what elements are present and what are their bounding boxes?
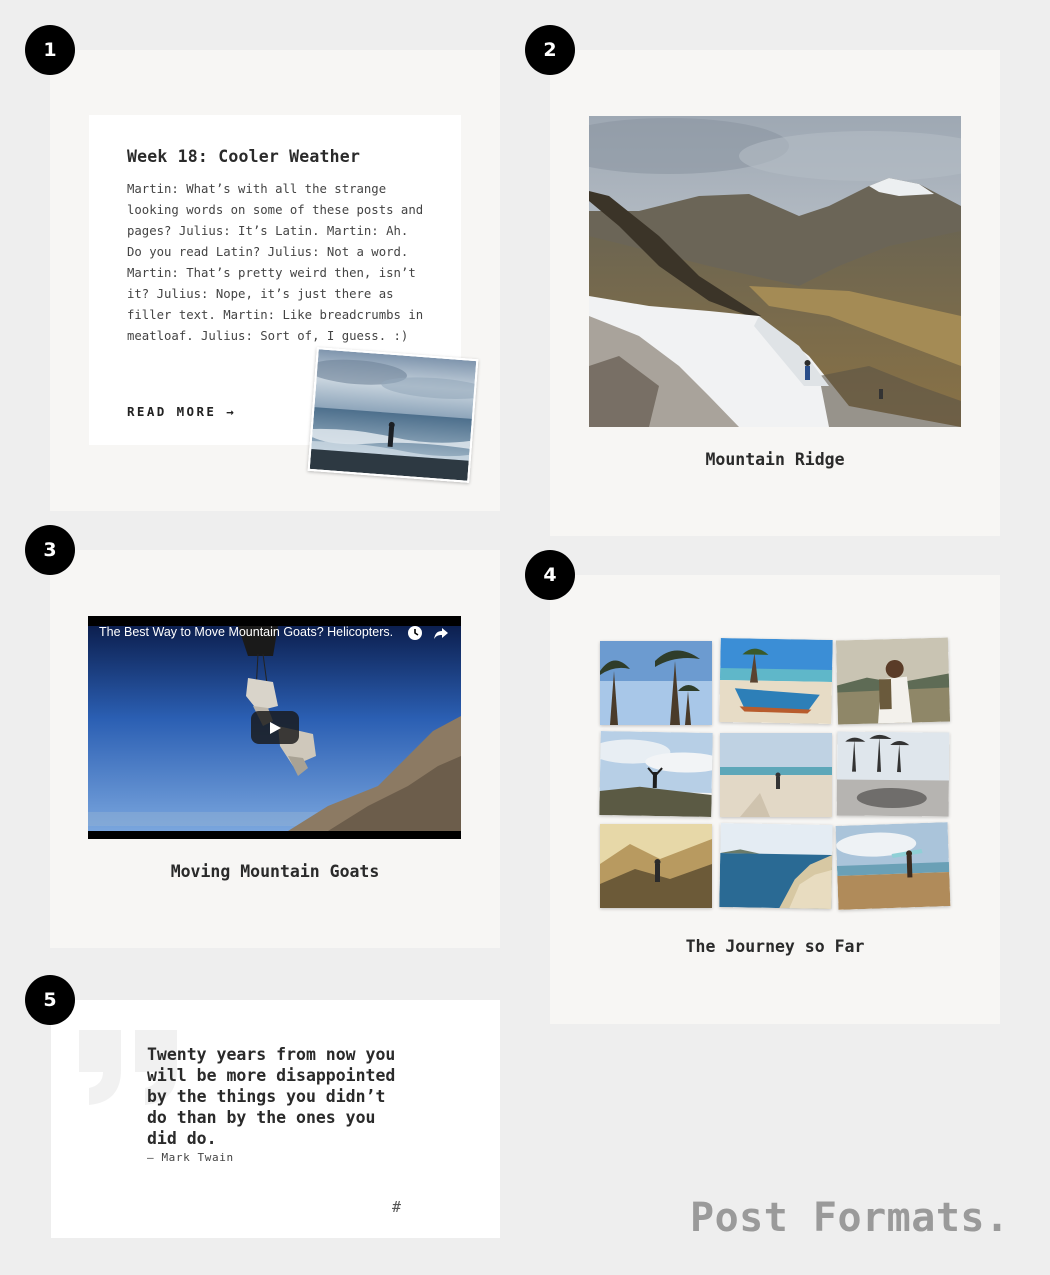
play-icon[interactable] xyxy=(251,711,299,744)
badge-2: 2 xyxy=(525,25,575,75)
permalink-hash[interactable]: # xyxy=(392,1198,401,1216)
image-caption[interactable]: Mountain Ridge xyxy=(550,450,1000,469)
gallery-tile-beach-runner[interactable] xyxy=(720,733,832,817)
image-post-card: Mountain Ridge xyxy=(550,50,1000,536)
badge-3: 3 xyxy=(25,525,75,575)
quote-author: — Mark Twain xyxy=(147,1151,234,1164)
gallery-tile-mountain-cheer[interactable] xyxy=(599,731,713,817)
video-caption[interactable]: Moving Mountain Goats xyxy=(50,862,500,881)
gallery-post-card: The Journey so Far xyxy=(550,575,1000,1024)
gallery-tile-surfer[interactable] xyxy=(835,822,951,910)
quote-text: Twenty years from now you will be more d… xyxy=(147,1045,396,1148)
video-player[interactable]: The Best Way to Move Mountain Goats? Hel… xyxy=(88,616,461,839)
read-more-link[interactable]: READ MORE → xyxy=(127,404,236,419)
post-excerpt: Martin: What’s with all the strange look… xyxy=(127,182,424,343)
gallery-caption[interactable]: The Journey so Far xyxy=(550,937,1000,956)
page-title: Post Formats. xyxy=(690,1195,1010,1241)
post-title[interactable]: Week 18: Cooler Weather xyxy=(127,147,360,166)
standard-post-card: Week 18: Cooler Weather Martin: What’s w… xyxy=(50,50,500,511)
video-post-card: The Best Way to Move Mountain Goats? Hel… xyxy=(50,550,500,948)
gallery-tile-valley-hiker[interactable] xyxy=(600,824,712,908)
clock-icon[interactable] xyxy=(407,625,423,641)
badge-5: 5 xyxy=(25,975,75,1025)
badge-1: 1 xyxy=(25,25,75,75)
badge-4: 4 xyxy=(525,550,575,600)
mountain-ridge-image[interactable] xyxy=(589,116,961,427)
quote-post-card: Twenty years from now you will be more d… xyxy=(51,1000,500,1238)
gallery-tile-coastline[interactable] xyxy=(719,823,833,909)
gallery-tile-skatepark[interactable] xyxy=(836,731,950,817)
gallery-tile-palm-trees[interactable] xyxy=(600,641,712,725)
featured-image-ocean[interactable] xyxy=(307,347,479,483)
video-title[interactable]: The Best Way to Move Mountain Goats? Hel… xyxy=(99,625,393,639)
share-icon[interactable] xyxy=(433,625,449,641)
gallery-tile-hiker-backpack[interactable] xyxy=(835,637,951,725)
gallery-tile-beach-boat[interactable] xyxy=(719,638,833,724)
